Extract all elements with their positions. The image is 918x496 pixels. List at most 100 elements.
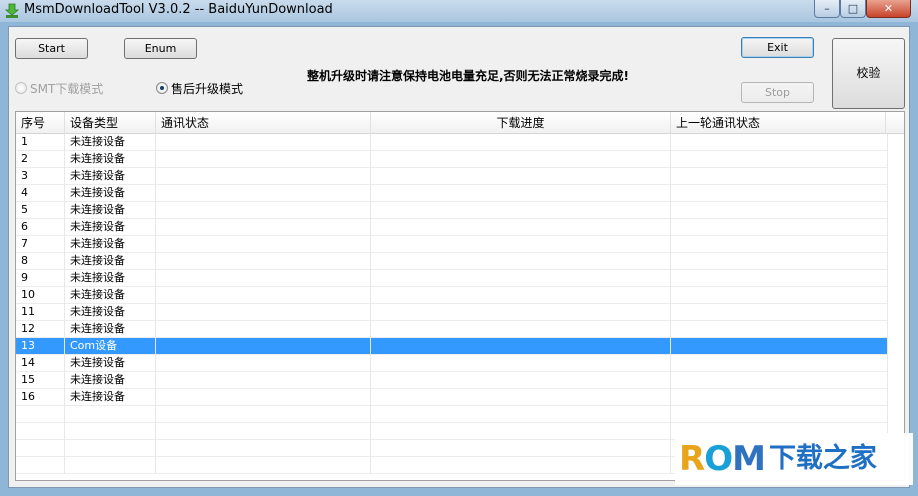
exit-button[interactable]: Exit — [741, 37, 814, 58]
cell-type: 未连接设备 — [65, 134, 156, 151]
smt-mode-radio[interactable]: SMT下载模式 — [15, 80, 103, 96]
cell-comm — [156, 372, 371, 389]
title-bar[interactable]: MsmDownloadTool V3.0.2 -- BaiduYunDownlo… — [0, 0, 918, 22]
table-row[interactable]: 13 Com设备 — [16, 338, 888, 355]
verify-button[interactable]: 校验 — [832, 38, 905, 109]
cell-comm — [156, 287, 371, 304]
cell-progress — [371, 253, 671, 270]
empty-cell — [371, 423, 671, 440]
cell-type: 未连接设备 — [65, 219, 156, 236]
maximize-button[interactable]: □ — [840, 0, 866, 18]
cell-last-comm — [671, 372, 888, 389]
radio-unchecked-icon — [15, 82, 27, 94]
close-button[interactable]: ✕ — [866, 0, 911, 18]
column-header-last-comm[interactable]: 上一轮通讯状态 — [671, 112, 886, 134]
empty-cell — [65, 423, 156, 440]
watermark-rom-m: M — [732, 439, 766, 479]
empty-cell — [156, 423, 371, 440]
table-row[interactable]: 6 未连接设备 — [16, 219, 888, 236]
stop-button[interactable]: Stop — [741, 82, 814, 103]
empty-cell — [371, 440, 671, 457]
column-header-index[interactable]: 序号 — [16, 112, 65, 134]
enum-button[interactable]: Enum — [124, 38, 197, 59]
column-header-comm[interactable]: 通讯状态 — [156, 112, 371, 134]
cell-type: 未连接设备 — [65, 185, 156, 202]
watermark-rom: ROM — [679, 439, 766, 479]
empty-cell — [65, 457, 156, 474]
cell-index: 8 — [16, 253, 65, 270]
table-row[interactable]: 12 未连接设备 — [16, 321, 888, 338]
cell-progress — [371, 389, 671, 406]
cell-comm — [156, 151, 371, 168]
empty-cell — [16, 457, 65, 474]
after-sales-mode-radio[interactable]: 售后升级模式 — [156, 80, 243, 96]
cell-last-comm — [671, 321, 888, 338]
cell-progress — [371, 219, 671, 236]
app-window: MsmDownloadTool V3.0.2 -- BaiduYunDownlo… — [0, 0, 918, 496]
column-header-type[interactable]: 设备类型 — [65, 112, 156, 134]
maximize-icon: □ — [847, 2, 859, 15]
cell-index: 7 — [16, 236, 65, 253]
empty-cell — [371, 457, 671, 474]
cell-progress — [371, 236, 671, 253]
cell-last-comm — [671, 338, 888, 355]
table-row[interactable]: 8 未连接设备 — [16, 253, 888, 270]
cell-progress — [371, 134, 671, 151]
table-row[interactable]: 5 未连接设备 — [16, 202, 888, 219]
cell-last-comm — [671, 168, 888, 185]
table-row[interactable]: 15 未连接设备 — [16, 372, 888, 389]
table-row[interactable]: 1 未连接设备 — [16, 134, 888, 151]
cell-progress — [371, 168, 671, 185]
empty-cell — [65, 440, 156, 457]
watermark-logo: ROM 下载之家 — [675, 433, 913, 485]
start-button[interactable]: Start — [15, 38, 88, 59]
cell-index: 5 — [16, 202, 65, 219]
cell-index: 10 — [16, 287, 65, 304]
cell-comm — [156, 338, 371, 355]
cell-progress — [371, 338, 671, 355]
cell-type: 未连接设备 — [65, 236, 156, 253]
table-header: 序号 设备类型 通讯状态 下载进度 上一轮通讯状态 — [16, 112, 904, 134]
cell-comm — [156, 253, 371, 270]
cell-type: 未连接设备 — [65, 372, 156, 389]
cell-index: 11 — [16, 304, 65, 321]
table-row[interactable]: 4 未连接设备 — [16, 185, 888, 202]
watermark-rom-r: R — [679, 439, 705, 479]
table-row[interactable]: 11 未连接设备 — [16, 304, 888, 321]
cell-progress — [371, 372, 671, 389]
cell-type: 未连接设备 — [65, 389, 156, 406]
cell-comm — [156, 219, 371, 236]
watermark-text: 下载之家 — [768, 443, 877, 474]
cell-type: 未连接设备 — [65, 253, 156, 270]
cell-type: 未连接设备 — [65, 168, 156, 185]
cell-comm — [156, 355, 371, 372]
empty-cell — [16, 440, 65, 457]
cell-progress — [371, 185, 671, 202]
cell-comm — [156, 304, 371, 321]
column-header-progress[interactable]: 下载进度 — [371, 112, 671, 134]
smt-mode-label: SMT下载模式 — [30, 81, 104, 96]
cell-progress — [371, 151, 671, 168]
empty-cell — [65, 406, 156, 423]
table-row[interactable]: 7 未连接设备 — [16, 236, 888, 253]
cell-last-comm — [671, 389, 888, 406]
cell-last-comm — [671, 219, 888, 236]
minimize-button[interactable]: – — [814, 0, 840, 18]
cell-type: 未连接设备 — [65, 151, 156, 168]
cell-index: 4 — [16, 185, 65, 202]
table-row[interactable]: 10 未连接设备 — [16, 287, 888, 304]
table-row[interactable]: 3 未连接设备 — [16, 168, 888, 185]
cell-last-comm — [671, 236, 888, 253]
device-table[interactable]: 序号 设备类型 通讯状态 下载进度 上一轮通讯状态 1 未连接设备 2 未连接设备 3 未… — [15, 111, 905, 481]
cell-last-comm — [671, 253, 888, 270]
table-row[interactable]: 14 未连接设备 — [16, 355, 888, 372]
table-row[interactable]: 2 未连接设备 — [16, 151, 888, 168]
cell-index: 13 — [16, 338, 65, 355]
battery-notice: 整机升级时请注意保持电池电量充足,否则无法正常烧录完成! — [307, 69, 630, 83]
cell-last-comm — [671, 287, 888, 304]
table-row[interactable]: 9 未连接设备 — [16, 270, 888, 287]
table-row[interactable]: 16 未连接设备 — [16, 389, 888, 406]
cell-index: 12 — [16, 321, 65, 338]
client-area: Start Enum Exit Stop 校验 SMT下载模式 售后升级模式 整… — [8, 26, 913, 488]
cell-index: 14 — [16, 355, 65, 372]
